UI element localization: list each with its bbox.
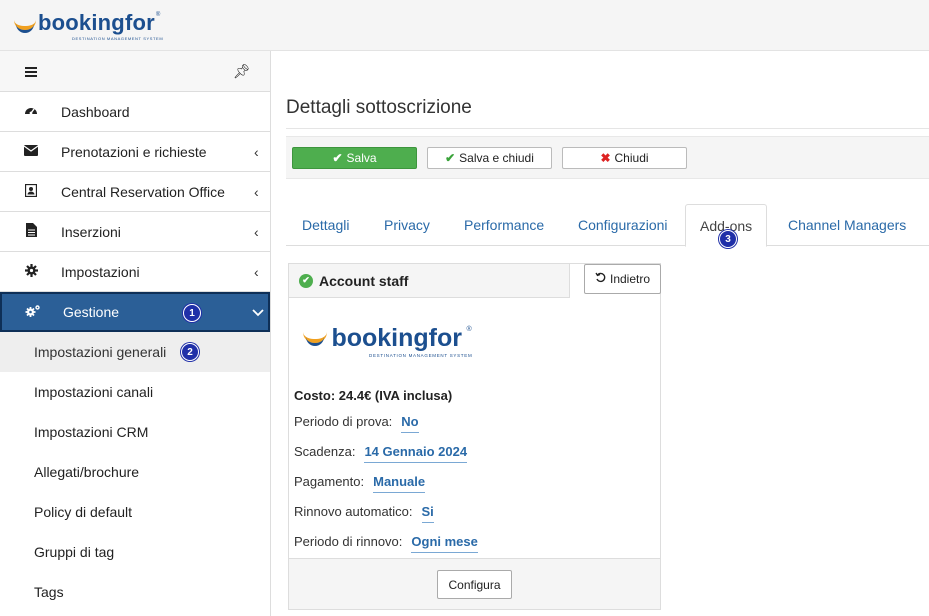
addon-logo: bookingfor ® DESTINATION MANAGEMENT SYST…: [303, 324, 472, 358]
tab-channel-managers[interactable]: Channel Managers: [788, 204, 906, 246]
auto-renew-value[interactable]: Si: [421, 504, 434, 523]
step-badge: 1: [183, 304, 201, 322]
row-label: Rinnovo automatico:: [294, 504, 413, 519]
step-badge: 3: [719, 230, 737, 248]
sidebar-item-label: Inserzioni: [61, 223, 121, 240]
close-label: Chiudi: [614, 151, 649, 165]
expiry-row: Scadenza: 14 Gennaio 2024: [294, 440, 468, 463]
save-and-close-button[interactable]: ✔ Salva e chiudi: [427, 147, 552, 169]
check-circle-icon: ✔: [299, 273, 313, 288]
sidebar-subitem-label: Policy di default: [34, 504, 133, 520]
save-button[interactable]: ✔ Salva: [292, 147, 417, 169]
cost-label: Costo: 24.4€ (IVA inclusa): [294, 388, 453, 403]
sidebar-subitem-impostazioni-generali[interactable]: Impostazioni generali 2: [0, 332, 270, 372]
logo-wordmark: bookingfor: [38, 10, 155, 35]
row-label: Periodo di prova:: [294, 414, 393, 429]
sidebar-subitem-label: Impostazioni generali: [34, 344, 167, 360]
sidebar: 📌︎ Dashboard Prenotazioni e richieste ‹ …: [0, 51, 271, 616]
logo-tagline: DESTINATION MANAGEMENT SYSTEM: [369, 353, 473, 358]
chevron-left-icon: ‹: [254, 143, 259, 160]
expiry-value[interactable]: 14 Gennaio 2024: [364, 444, 468, 463]
payment-row: Pagamento: Manuale: [294, 470, 426, 493]
save-label: Salva: [346, 151, 377, 165]
check-icon: ✔: [445, 151, 456, 165]
sidebar-item-dashboard[interactable]: Dashboard: [0, 92, 270, 132]
tab-configurazioni[interactable]: Configurazioni: [578, 204, 668, 246]
addon-panel: ✔ Account staff Indietro bookingfor ® DE…: [288, 263, 661, 610]
undo-icon: [595, 272, 606, 286]
page-title: Dettagli sottoscrizione: [286, 97, 472, 118]
sidebar-item-label: Impostazioni: [61, 263, 140, 280]
sidebar-subitem-impostazioni-canali[interactable]: Impostazioni canali: [0, 372, 270, 412]
divider: [286, 128, 929, 129]
logo-swoosh-icon: [14, 20, 36, 33]
sidebar-subitem-label: Impostazioni canali: [34, 384, 154, 400]
sidebar-subitem-policy-di-default[interactable]: Policy di default: [0, 492, 270, 532]
close-button[interactable]: ✖ Chiudi: [562, 147, 687, 169]
save-close-label: Salva e chiudi: [459, 151, 534, 165]
panel-title: Account staff: [319, 272, 409, 289]
gears-icon: [25, 304, 41, 321]
panel-header: ✔ Account staff: [289, 264, 570, 298]
payment-value[interactable]: Manuale: [373, 474, 426, 493]
close-icon: ✖: [600, 151, 611, 165]
logo-tagline: DESTINATION MANAGEMENT SYSTEM: [72, 36, 164, 41]
row-label: Scadenza:: [294, 444, 356, 459]
logo-swoosh-icon: [303, 332, 327, 346]
top-bar: bookingfor ® DESTINATION MANAGEMENT SYST…: [0, 0, 929, 51]
sidebar-item-label: Prenotazioni e richieste: [61, 143, 207, 160]
chevron-left-icon: ‹: [254, 263, 259, 280]
logo-registered: ®: [466, 326, 472, 333]
pin-icon[interactable]: 📌︎: [233, 63, 251, 80]
chevron-left-icon: ‹: [254, 183, 259, 200]
trial-row: Periodo di prova: No: [294, 410, 419, 433]
sidebar-subitem-label: Allegati/brochure: [34, 464, 140, 480]
tab-privacy[interactable]: Privacy: [384, 204, 430, 246]
tab-bar: Dettagli Privacy Performance Configurazi…: [286, 204, 929, 248]
check-icon: ✔: [332, 151, 343, 165]
envelope-icon: [23, 144, 39, 159]
sidebar-item-label: Gestione: [63, 304, 120, 320]
bookingfor-logo[interactable]: bookingfor ® DESTINATION MANAGEMENT SYST…: [14, 10, 163, 41]
back-button[interactable]: Indietro: [584, 264, 661, 294]
sidebar-subitem-label: Tags: [34, 584, 64, 600]
sidebar-subitem-tags[interactable]: Tags: [0, 572, 270, 612]
chevron-left-icon: ‹: [254, 223, 259, 240]
row-label: Periodo di rinnovo:: [294, 534, 403, 549]
tachometer-icon: [23, 104, 39, 119]
renew-period-value[interactable]: Ogni mese: [411, 534, 478, 553]
sidebar-subitem-label: Impostazioni CRM: [34, 424, 149, 440]
step-badge: 2: [181, 343, 199, 361]
sidebar-subitem-label: Gruppi di tag: [34, 544, 115, 560]
sidebar-item-label: Dashboard: [61, 103, 130, 120]
sidebar-header: 📌︎: [0, 51, 270, 92]
auto-renew-row: Rinnovo automatico: Si: [294, 500, 434, 523]
sidebar-item-prenotazioni[interactable]: Prenotazioni e richieste ‹: [0, 132, 270, 172]
sidebar-item-impostazioni[interactable]: Impostazioni ‹: [0, 252, 270, 292]
trial-value[interactable]: No: [401, 414, 419, 433]
main-content: Dettagli sottoscrizione ✔ Salva ✔ Salva …: [271, 51, 929, 616]
sidebar-subitem-impostazioni-crm[interactable]: Impostazioni CRM: [0, 412, 270, 452]
toolbar: ✔ Salva ✔ Salva e chiudi ✖ Chiudi: [286, 136, 929, 179]
document-icon: [23, 223, 39, 240]
sidebar-item-gestione[interactable]: Gestione 1: [0, 292, 270, 332]
sidebar-item-inserzioni[interactable]: Inserzioni ‹: [0, 212, 270, 252]
panel-footer: Configura: [289, 558, 660, 609]
logo-registered: ®: [155, 12, 161, 18]
sidebar-subitem-allegati-brochure[interactable]: Allegati/brochure: [0, 452, 270, 492]
gear-icon: [23, 263, 39, 280]
contact-card-icon: [23, 183, 39, 200]
configure-button[interactable]: Configura: [437, 570, 512, 599]
tab-dettagli[interactable]: Dettagli: [302, 204, 349, 246]
renew-period-row: Periodo di rinnovo: Ogni mese: [294, 530, 478, 553]
back-label: Indietro: [609, 272, 651, 286]
sidebar-subitem-gruppi-di-tag[interactable]: Gruppi di tag: [0, 532, 270, 572]
sidebar-item-central-reservation-office[interactable]: Central Reservation Office ‹: [0, 172, 270, 212]
hamburger-menu-icon[interactable]: [25, 67, 37, 77]
tab-performance[interactable]: Performance: [464, 204, 544, 246]
row-label: Pagamento:: [294, 474, 365, 489]
chevron-down-icon: [252, 304, 264, 320]
sidebar-item-label: Central Reservation Office: [61, 183, 225, 200]
logo-wordmark: bookingfor: [331, 324, 462, 352]
